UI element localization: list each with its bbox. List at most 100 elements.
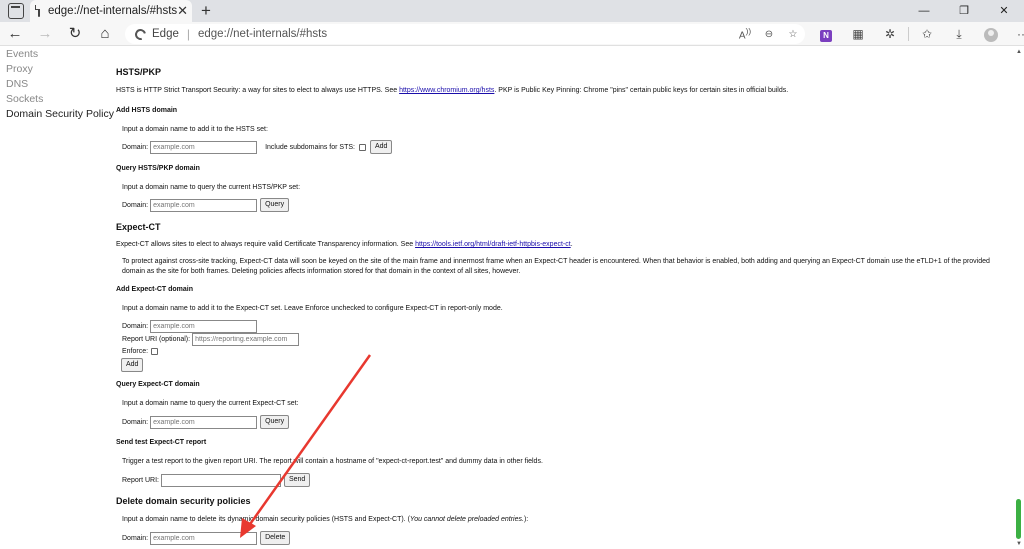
add-hsts-domain-input[interactable] bbox=[150, 140, 258, 154]
omnibox-brand: Edge bbox=[152, 28, 179, 40]
query-hsts-title: Query HSTS/PKP domain bbox=[116, 165, 200, 172]
query-expect-ct-domain-input[interactable] bbox=[150, 415, 258, 429]
include-subdomains-label: Include subdomains for STS: bbox=[265, 143, 355, 151]
page-icon bbox=[35, 5, 40, 17]
hsts-desc-text: HSTS is HTTP Strict Transport Security: … bbox=[116, 87, 400, 94]
query-hsts-row: Domain: Query bbox=[122, 198, 290, 212]
collections-icon[interactable]: ▦ bbox=[842, 22, 874, 46]
forward-button[interactable]: → bbox=[30, 22, 60, 46]
query-expect-ct-desc: Input a domain name to query the current… bbox=[122, 400, 299, 407]
delete-desc-text: Input a domain name to delete its dynami… bbox=[122, 516, 410, 523]
send-test-report-title: Send test Expect-CT report bbox=[116, 439, 207, 446]
download-icon[interactable]: ⤓ bbox=[943, 22, 975, 46]
send-test-report-row: Report URI: Send bbox=[122, 473, 311, 487]
query-expect-ct-row: Domain: Query bbox=[122, 415, 290, 429]
sidebar-item-dns[interactable]: DNS bbox=[0, 77, 110, 92]
add-hsts-domain-label: Domain: bbox=[122, 143, 149, 151]
query-hsts-domain-label: Domain: bbox=[122, 201, 149, 209]
query-hsts-domain-input[interactable] bbox=[150, 198, 258, 212]
extensions-puzzle-icon[interactable]: ✲ bbox=[874, 22, 906, 46]
browser-toolbar: ← → ↻ ⌂ Edge | edge://net-internals/#hst… bbox=[0, 22, 1024, 46]
read-aloud-icon[interactable]: A)) bbox=[733, 26, 757, 41]
sidebar-item-domain-security-policy[interactable]: Domain Security Policy bbox=[0, 107, 114, 122]
query-hsts-desc: Input a domain name to query the current… bbox=[122, 184, 301, 191]
enforce-checkbox[interactable] bbox=[151, 348, 159, 355]
close-tab-icon[interactable]: ✕ bbox=[177, 3, 188, 19]
sidebar-item-events[interactable]: Events bbox=[0, 47, 110, 62]
query-expect-ct-domain-label: Domain: bbox=[122, 418, 149, 426]
add-expect-ct-report-input[interactable] bbox=[192, 333, 300, 346]
favorite-star-icon[interactable]: ☆ bbox=[781, 29, 805, 40]
add-expect-ct-domain-input[interactable] bbox=[150, 320, 258, 333]
add-expect-ct-domain-label: Domain: bbox=[122, 323, 149, 330]
home-button[interactable]: ⌂ bbox=[90, 22, 120, 46]
zoom-icon[interactable]: ⊖ bbox=[757, 29, 781, 40]
omnibox-url[interactable]: edge://net-internals/#hsts bbox=[198, 28, 733, 40]
delete-button[interactable]: Delete bbox=[260, 531, 291, 545]
sidebar-item-sockets[interactable]: Sockets bbox=[0, 92, 110, 107]
vertical-scrollbar[interactable]: ▲ ▼ bbox=[1013, 47, 1024, 549]
expect-ct-desc-text: Expect-CT allows sites to elect to alway… bbox=[116, 241, 416, 248]
hsts-title: HSTS/PKP bbox=[116, 67, 162, 77]
add-expect-ct-title: Add Expect-CT domain bbox=[116, 286, 194, 293]
restore-icon[interactable]: ❐ bbox=[944, 0, 984, 22]
query-expect-ct-title: Query Expect-CT domain bbox=[116, 381, 200, 388]
scroll-down-icon[interactable]: ▼ bbox=[1016, 541, 1022, 547]
edge-icon bbox=[132, 26, 149, 42]
send-test-report-button[interactable]: Send bbox=[283, 473, 311, 487]
add-hsts-title: Add HSTS domain bbox=[116, 107, 178, 114]
tab-strip: edge://net-internals/#hsts ✕ + — ❐ ✕ bbox=[0, 0, 1024, 22]
toolbar-actions: N ▦ ✲ ✩ ⤓ ··· bbox=[810, 22, 1024, 46]
expect-ct-note: To protect against cross-site tracking, … bbox=[122, 258, 990, 275]
test-report-uri-label: Report URI: bbox=[122, 476, 159, 484]
profile-avatar[interactable] bbox=[975, 22, 1007, 46]
tab-net-internals[interactable]: edge://net-internals/#hsts ✕ bbox=[30, 0, 192, 22]
favorites-icon[interactable]: ✩ bbox=[911, 22, 943, 46]
new-tab-button[interactable]: + bbox=[196, 0, 216, 22]
expect-ct-desc-text-end: . bbox=[570, 241, 573, 248]
hsts-description: HSTS is HTTP Strict Transport Security: … bbox=[116, 87, 788, 94]
query-expect-ct-button[interactable]: Query bbox=[260, 415, 290, 429]
add-hsts-button[interactable]: Add bbox=[369, 140, 393, 154]
expect-ct-link[interactable]: https://tools.ietf.org/html/draft-ietf-h… bbox=[415, 241, 571, 248]
address-bar[interactable]: Edge | edge://net-internals/#hsts A)) ⊖ … bbox=[125, 24, 805, 44]
enforce-label: Enforce: bbox=[122, 348, 149, 355]
extension-icon[interactable]: N bbox=[810, 22, 842, 46]
expect-ct-title: Expect-CT bbox=[116, 222, 161, 232]
test-report-uri-input[interactable] bbox=[160, 473, 281, 487]
delete-desc-text-end: ): bbox=[523, 516, 529, 523]
add-expect-ct-domain-row: Domain: bbox=[122, 320, 258, 333]
include-subdomains-checkbox[interactable] bbox=[358, 143, 366, 151]
hsts-link[interactable]: https://www.chromium.org/hsts bbox=[399, 87, 494, 94]
add-expect-ct-button[interactable]: Add bbox=[121, 358, 144, 372]
tab-title: edge://net-internals/#hsts bbox=[48, 5, 178, 17]
delete-domain-input[interactable] bbox=[150, 531, 258, 545]
more-menu-icon[interactable]: ··· bbox=[1007, 22, 1024, 46]
add-hsts-desc: Input a domain name to add it to the HST… bbox=[122, 126, 268, 133]
query-hsts-button[interactable]: Query bbox=[260, 198, 290, 212]
delete-row: Domain: Delete bbox=[122, 531, 291, 545]
close-window-icon[interactable]: ✕ bbox=[984, 0, 1024, 22]
delete-desc-emphasis: You cannot delete preloaded entries. bbox=[409, 516, 524, 523]
add-expect-ct-desc: Input a domain name to add it to the Exp… bbox=[122, 305, 503, 312]
back-button[interactable]: ← bbox=[0, 22, 30, 46]
toolbar-divider bbox=[908, 27, 909, 41]
refresh-button[interactable]: ↻ bbox=[60, 22, 90, 46]
add-expect-ct-report-row: Report URI (optional): bbox=[122, 333, 300, 346]
sidebar: Events Proxy DNS Sockets Domain Security… bbox=[0, 47, 114, 122]
add-hsts-row: Domain: Include subdomains for STS: Add bbox=[122, 140, 393, 154]
window-controls: — ❐ ✕ bbox=[904, 0, 1024, 22]
minimize-icon[interactable]: — bbox=[904, 0, 944, 22]
enforce-row: Enforce: bbox=[122, 348, 159, 355]
omnibox-separator: | bbox=[186, 27, 190, 41]
add-expect-ct-button-row: Add bbox=[121, 358, 144, 372]
tab-actions-icon[interactable] bbox=[8, 3, 24, 19]
expect-ct-description: Expect-CT allows sites to elect to alway… bbox=[116, 241, 573, 248]
send-test-report-desc: Trigger a test report to the given repor… bbox=[122, 458, 543, 465]
hsts-desc-text-end: . PKP is Public Key Pinning: Chrome "pin… bbox=[494, 87, 789, 94]
scroll-up-icon[interactable]: ▲ bbox=[1016, 49, 1022, 55]
sidebar-item-proxy[interactable]: Proxy bbox=[0, 62, 110, 77]
scroll-thumb[interactable] bbox=[1016, 499, 1021, 539]
delete-domain-label: Domain: bbox=[122, 534, 149, 542]
delete-policies-desc: Input a domain name to delete its dynami… bbox=[122, 516, 528, 523]
